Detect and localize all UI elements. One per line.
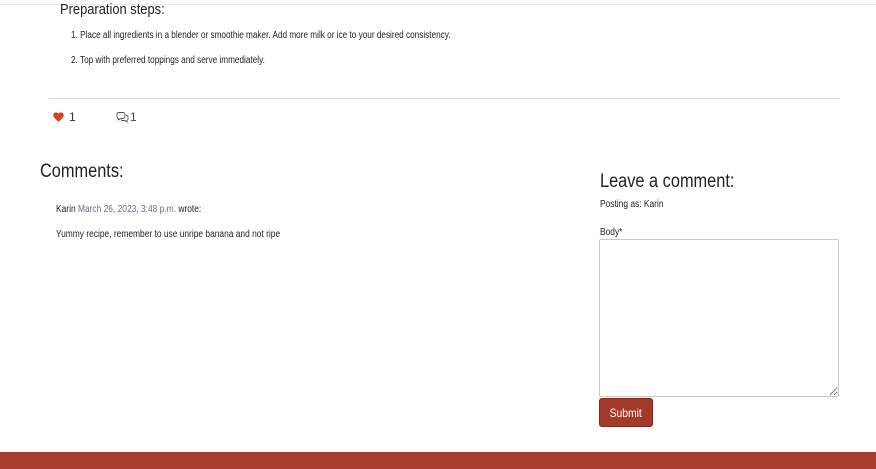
comment-count-indicator: 1 bbox=[116, 110, 137, 124]
preparation-step: 2. Top with preferred toppings and serve… bbox=[71, 55, 265, 66]
comment-wrote-label: wrote: bbox=[178, 204, 202, 215]
comment-author: Karin bbox=[56, 204, 76, 215]
heart-icon bbox=[53, 112, 64, 122]
comment-body-input[interactable] bbox=[599, 239, 839, 397]
section-divider bbox=[49, 98, 840, 99]
comment-count: 1 bbox=[130, 110, 137, 124]
preparation-steps-list: 1. Place all ingredients in a blender or… bbox=[71, 30, 451, 80]
leave-comment-heading: Leave a comment: bbox=[600, 171, 735, 192]
comment-body: Yummy recipe, remember to use unripe ban… bbox=[56, 229, 281, 240]
comment-date: March 26, 2023, 3:48 p.m. bbox=[77, 204, 177, 215]
like-button[interactable]: 1 bbox=[53, 110, 76, 124]
like-count: 1 bbox=[69, 110, 76, 124]
body-label: Body* bbox=[600, 227, 623, 238]
preparation-step: 1. Place all ingredients in a blender or… bbox=[71, 30, 451, 41]
comment-bubbles-icon bbox=[116, 111, 129, 123]
footer-bar bbox=[0, 452, 876, 469]
recipe-detail-page: Preparation steps: 1. Place all ingredie… bbox=[0, 0, 876, 469]
preparation-title: Preparation steps: bbox=[60, 1, 165, 18]
comments-heading: Comments: bbox=[40, 161, 124, 182]
comment-meta: Karin March 26, 2023, 3:48 p.m. wrote: bbox=[56, 204, 201, 215]
submit-button-label: Submit bbox=[609, 405, 643, 420]
posting-as-text: Posting as: Karin bbox=[600, 199, 664, 210]
submit-button[interactable]: Submit bbox=[599, 398, 653, 427]
